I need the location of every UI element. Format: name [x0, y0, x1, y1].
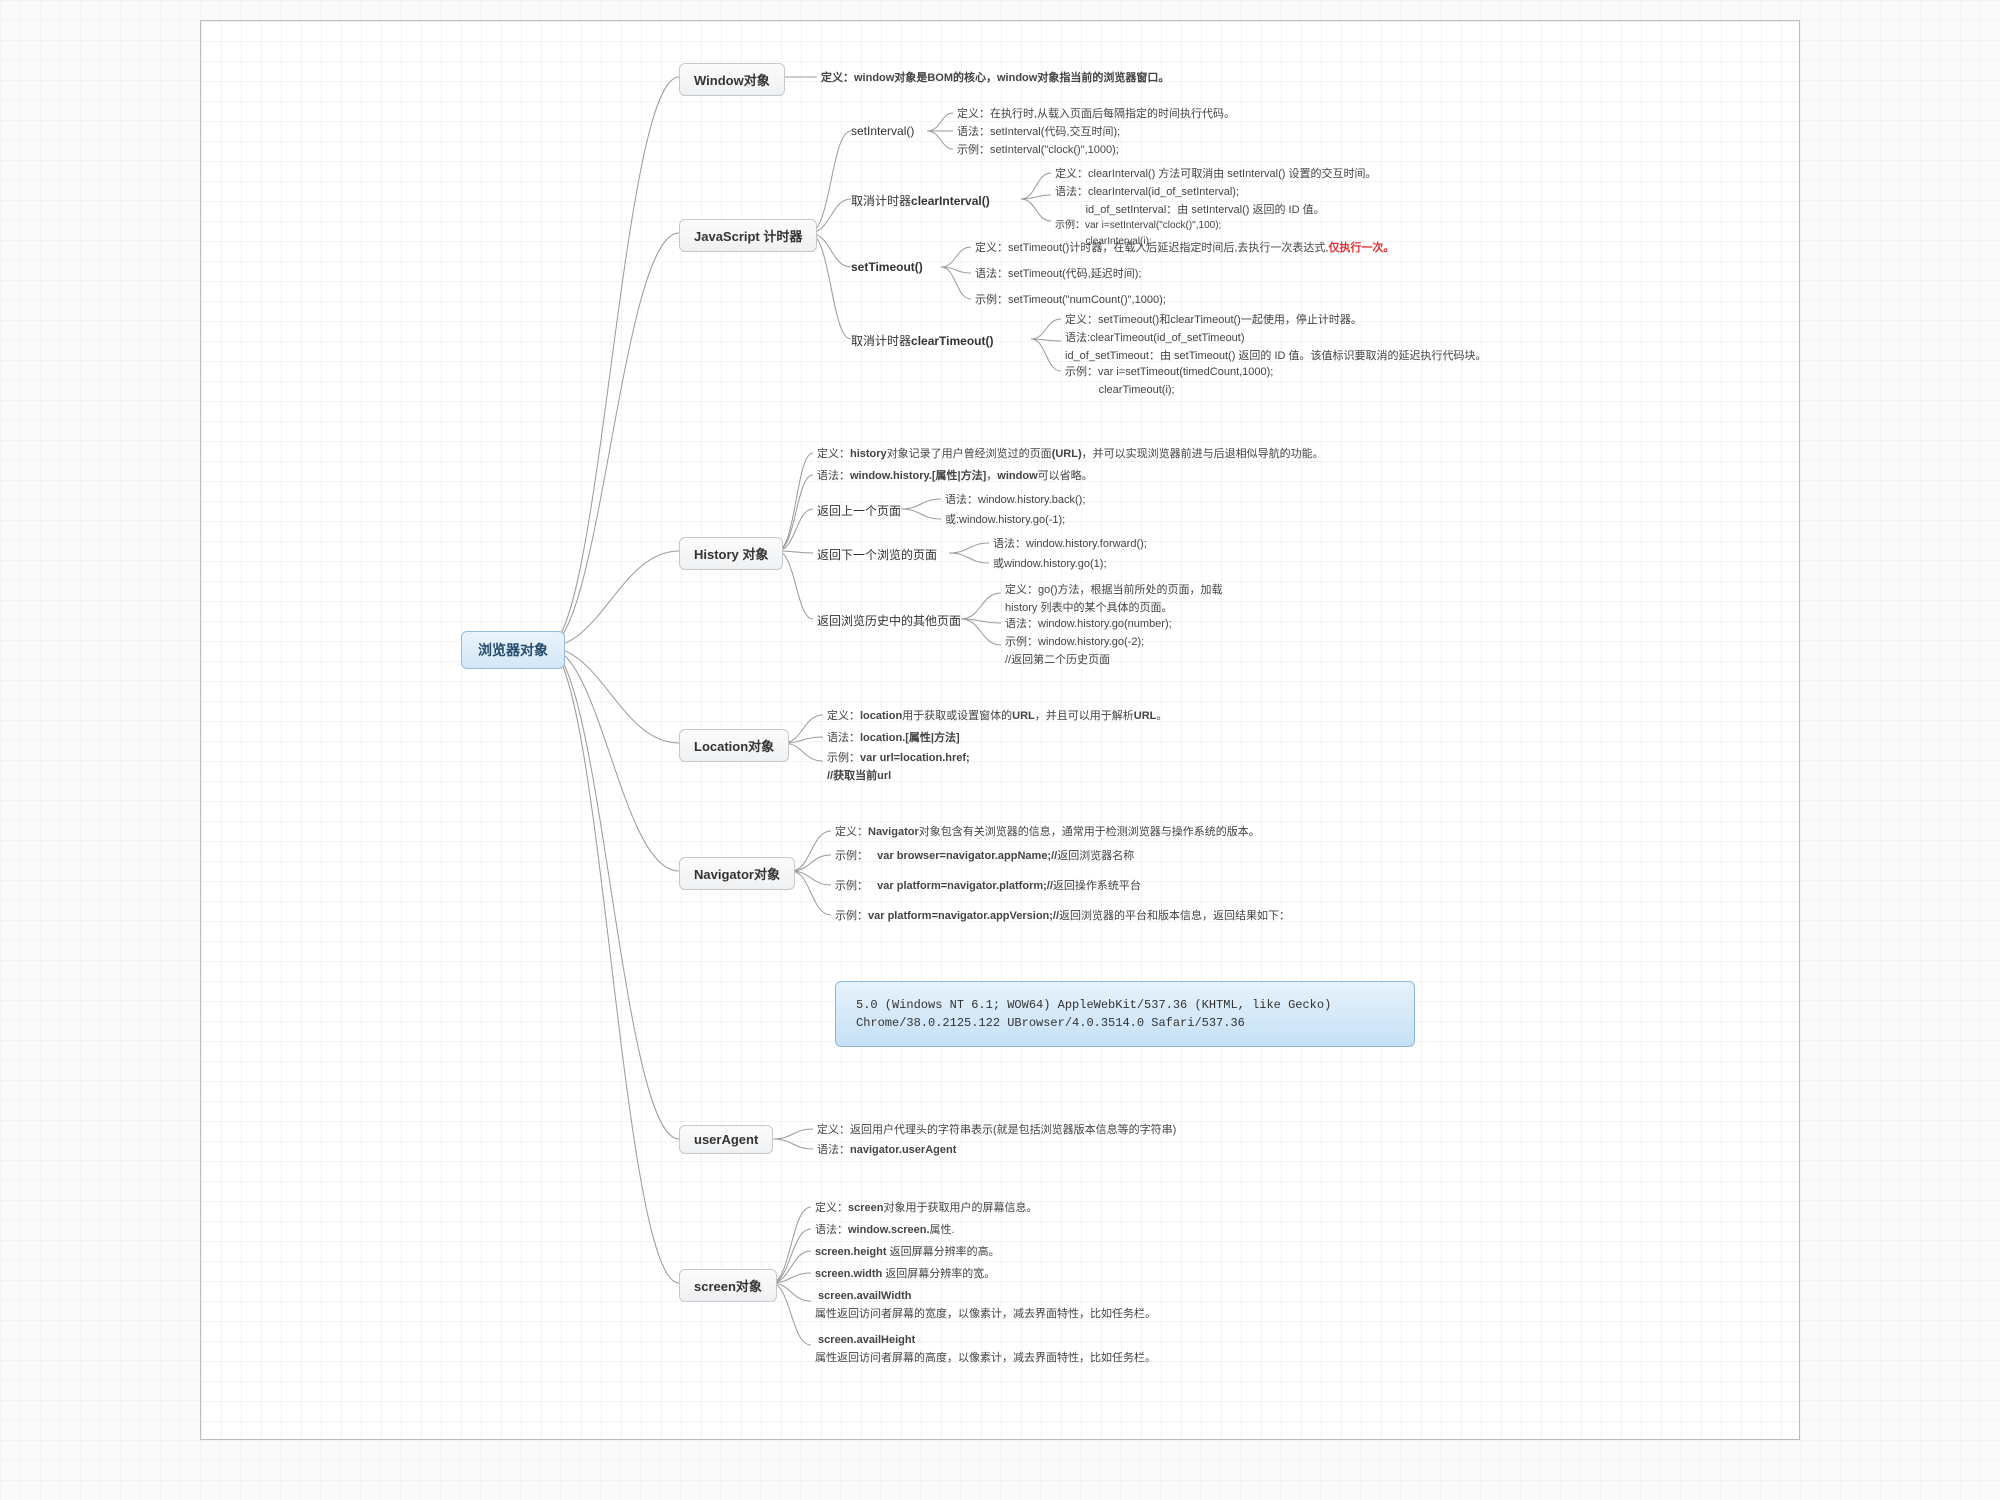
main-window[interactable]: Window对象 — [679, 63, 785, 96]
nav-def: 定义：Navigator对象包含有关浏览器的信息，通常用于检测浏览器与操作系统的… — [835, 824, 1260, 842]
history-back-a: 语法：window.history.back(); — [945, 492, 1085, 510]
ua-syntax: 语法：navigator.userAgent — [817, 1142, 956, 1160]
main-timer[interactable]: JavaScript 计时器 — [679, 219, 817, 252]
setinterval-def: 定义：在执行时,从载入页面后每隔指定的时间执行代码。 — [957, 106, 1235, 124]
ua-def: 定义：返回用户代理头的字符串表示(就是包括浏览器版本信息等的字符串) — [817, 1122, 1176, 1140]
cleartimeout-ex: 示例：var i=setTimeout(timedCount,1000); cl… — [1065, 364, 1273, 399]
clearinterval-def: 定义：clearInterval() 方法可取消由 setInterval() … — [1055, 166, 1376, 184]
main-screen[interactable]: screen对象 — [679, 1269, 777, 1302]
screen-width: screen.width 返回屏幕分辨率的宽。 — [815, 1266, 995, 1284]
connectors — [201, 21, 1799, 1439]
root-node[interactable]: 浏览器对象 — [461, 631, 565, 669]
sub-clearinterval[interactable]: 取消计时器clearInterval() — [851, 192, 990, 209]
history-back-b: 或:window.history.go(-1); — [945, 512, 1065, 530]
settimeout-syntax: 语法：setTimeout(代码,延迟时间); — [975, 266, 1141, 284]
setinterval-syntax: 语法：setInterval(代码,交互时间); — [957, 124, 1120, 142]
history-other-ex: 示例：window.history.go(-2); //返回第二个历史页面 — [1005, 634, 1144, 669]
screen-availh: screen.availHeight属性返回访问者屏幕的高度，以像素计，减去界面… — [815, 1332, 1156, 1367]
nav-ex3: 示例：var platform=navigator.appVersion;//返… — [835, 908, 1290, 926]
screen-def: 定义：screen对象用于获取用户的屏幕信息。 — [815, 1200, 1037, 1218]
history-back[interactable]: 返回上一个页面 — [817, 502, 901, 519]
history-other[interactable]: 返回浏览历史中的其他页面 — [817, 612, 961, 629]
main-useragent[interactable]: userAgent — [679, 1125, 773, 1154]
settimeout-ex: 示例：setTimeout("numCount()",1000); — [975, 292, 1166, 310]
clearinterval-syntax: 语法：clearInterval(id_of_setInterval); id_… — [1055, 184, 1325, 219]
sub-settimeout[interactable]: setTimeout() — [851, 260, 923, 274]
history-forward[interactable]: 返回下一个浏览的页面 — [817, 546, 937, 563]
nav-ex1: 示例： var browser=navigator.appName;//返回浏览… — [835, 848, 1134, 866]
history-forward-b: 或window.history.go(1); — [993, 556, 1107, 574]
sub-setinterval[interactable]: setInterval() — [851, 124, 914, 138]
history-other-def: 定义：go()方法，根据当前所处的页面，加载 history 列表中的某个具体的… — [1005, 582, 1223, 617]
sub-cleartimeout[interactable]: 取消计时器clearTimeout() — [851, 332, 993, 349]
history-other-syntax: 语法：window.history.go(number); — [1005, 616, 1172, 634]
nav-ex2: 示例： var platform=navigator.platform;//返回… — [835, 878, 1141, 896]
cleartimeout-syntax: 语法:clearTimeout(id_of_setTimeout) id_of_… — [1065, 330, 1487, 365]
main-navigator[interactable]: Navigator对象 — [679, 857, 795, 890]
setinterval-ex: 示例：setInterval("clock()",1000); — [957, 142, 1119, 160]
cleartimeout-def: 定义：setTimeout()和clearTimeout()一起使用，停止计时器… — [1065, 312, 1362, 330]
main-location[interactable]: Location对象 — [679, 729, 789, 762]
ua-box: 5.0 (Windows NT 6.1; WOW64) AppleWebKit/… — [835, 981, 1415, 1047]
screen-syntax: 语法：window.screen.属性. — [815, 1222, 955, 1240]
settimeout-def: 定义：setTimeout()计时器，在载入后延迟指定时间后,去执行一次表达式,… — [975, 240, 1394, 258]
history-forward-a: 语法：window.history.forward(); — [993, 536, 1147, 554]
history-syntax: 语法：window.history.[属性|方法]，window可以省略。 — [817, 468, 1093, 486]
location-def: 定义：location用于获取或设置窗体的URL，并且可以用于解析URL。 — [827, 708, 1167, 726]
main-history[interactable]: History 对象 — [679, 537, 783, 570]
screen-availw: screen.availWidth属性返回访问者屏幕的宽度，以像素计，减去界面特… — [815, 1288, 1156, 1323]
location-ex: 示例：var url=location.href;//获取当前url — [827, 750, 970, 785]
history-def: 定义：history对象记录了用户曾经浏览过的页面(URL)，并可以实现浏览器前… — [817, 446, 1324, 464]
location-syntax: 语法：location.[属性|方法] — [827, 730, 960, 748]
screen-height: screen.height 返回屏幕分辨率的高。 — [815, 1244, 1000, 1262]
window-def: 定义：window对象是BOM的核心，window对象指当前的浏览器窗口。 — [821, 70, 1169, 88]
mindmap-canvas: 浏览器对象 Window对象 JavaScript 计时器 History 对象… — [200, 20, 1800, 1440]
